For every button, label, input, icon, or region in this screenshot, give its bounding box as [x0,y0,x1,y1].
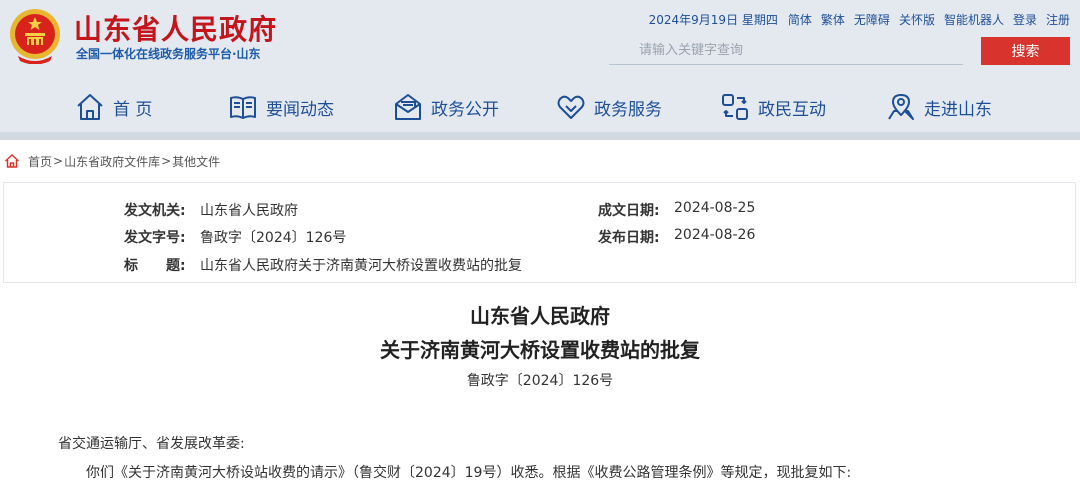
search-button[interactable]: 搜索 [981,37,1070,65]
breadcrumb-separator: > [161,154,172,168]
nav-item-public-affairs[interactable]: 政务公开 [393,90,499,124]
location-icon [888,94,914,120]
nav-label: 首 页 [113,99,153,120]
register-link[interactable]: 注册 [1046,11,1070,28]
title-value: 山东省人民政府关于济南黄河大桥设置收费站的批复 [200,258,522,274]
accessibility-link[interactable]: 无障碍 [854,11,890,28]
traditional-link[interactable]: 繁体 [821,11,845,28]
interaction-icon [722,94,748,120]
nav-label: 政务公开 [431,99,499,120]
breadcrumb-other-files[interactable]: 其他文件 [172,153,220,170]
nav-label: 要闻动态 [266,99,334,120]
elderly-care-link[interactable]: 关怀版 [899,11,935,28]
heart-icon [557,95,585,119]
nav-item-home[interactable]: 首 页 [75,90,152,124]
breadcrumb-home[interactable]: 首页 [28,153,52,170]
document-title-line2: 关于济南黄河大桥设置收费站的批复 [380,338,700,362]
book-icon [230,96,256,119]
document-title-line1: 山东省人民政府 [470,304,610,328]
national-emblem-icon[interactable] [8,8,62,64]
nav-item-news[interactable]: 要闻动态 [228,90,334,124]
home-icon [77,94,103,120]
search-box [609,37,963,65]
document-paragraph: 你们《关于济南黄河大桥设站收费的请示》（鲁交财〔2024〕19号）收悉。根据《收… [86,465,852,481]
breadcrumb-separator: > [53,154,64,168]
doc-number-value: 鲁政字〔2024〕126号 [200,230,347,246]
mail-open-icon [395,94,421,120]
main-nav: 首 页 要闻动态 政务公开 政务服务 政民互动 走进山东 [0,82,1080,132]
doc-number-label: 发文字号: [124,230,186,246]
nav-item-services[interactable]: 政务服务 [556,90,662,124]
nav-item-interaction[interactable]: 政民互动 [720,90,826,124]
site-title[interactable]: 山东省人民政府 [74,8,277,48]
current-date: 2024年9月19日 星期四 [648,13,778,27]
nav-label: 走进山东 [924,99,992,120]
breadcrumb: 首页 > 山东省政府文件库 > 其他文件 [4,152,220,170]
published-date-value: 2024-08-26 [674,227,756,243]
login-link[interactable]: 登录 [1013,11,1037,28]
breadcrumb-file-library[interactable]: 山东省政府文件库 [64,153,160,170]
created-date-label: 成文日期: [598,203,660,219]
nav-label: 政民互动 [758,99,826,120]
nav-label: 政务服务 [594,99,662,120]
home-icon[interactable] [4,153,20,169]
site-header: 山东省人民政府 全国一体化在线政务服务平台·山东 2024年9月19日 星期四 … [0,0,1080,140]
published-date-label: 发布日期: [598,230,660,246]
search-input[interactable] [609,37,963,64]
document-meta: 发文机关: 山东省人民政府 发文字号: 鲁政字〔2024〕126号 标 题: 山… [3,182,1076,283]
issuer-value: 山东省人民政府 [200,203,298,219]
nav-divider [0,132,1080,140]
simplified-link[interactable]: 简体 [788,11,812,28]
created-date-value: 2024-08-25 [674,200,756,216]
site-subtitle: 全国一体化在线政务服务平台·山东 [76,47,261,61]
document-addressee: 省交通运输厅、省发展改革委: [58,436,245,452]
title-label: 标 题: [124,258,186,274]
document-number: 鲁政字〔2024〕126号 [466,373,614,389]
nav-item-about-shandong[interactable]: 走进山东 [886,90,992,124]
robot-link[interactable]: 智能机器人 [944,11,1004,28]
issuer-label: 发文机关: [124,203,186,219]
top-links: 2024年9月19日 星期四 简体 繁体 无障碍 关怀版 智能机器人 登录 注册 [649,11,1070,28]
